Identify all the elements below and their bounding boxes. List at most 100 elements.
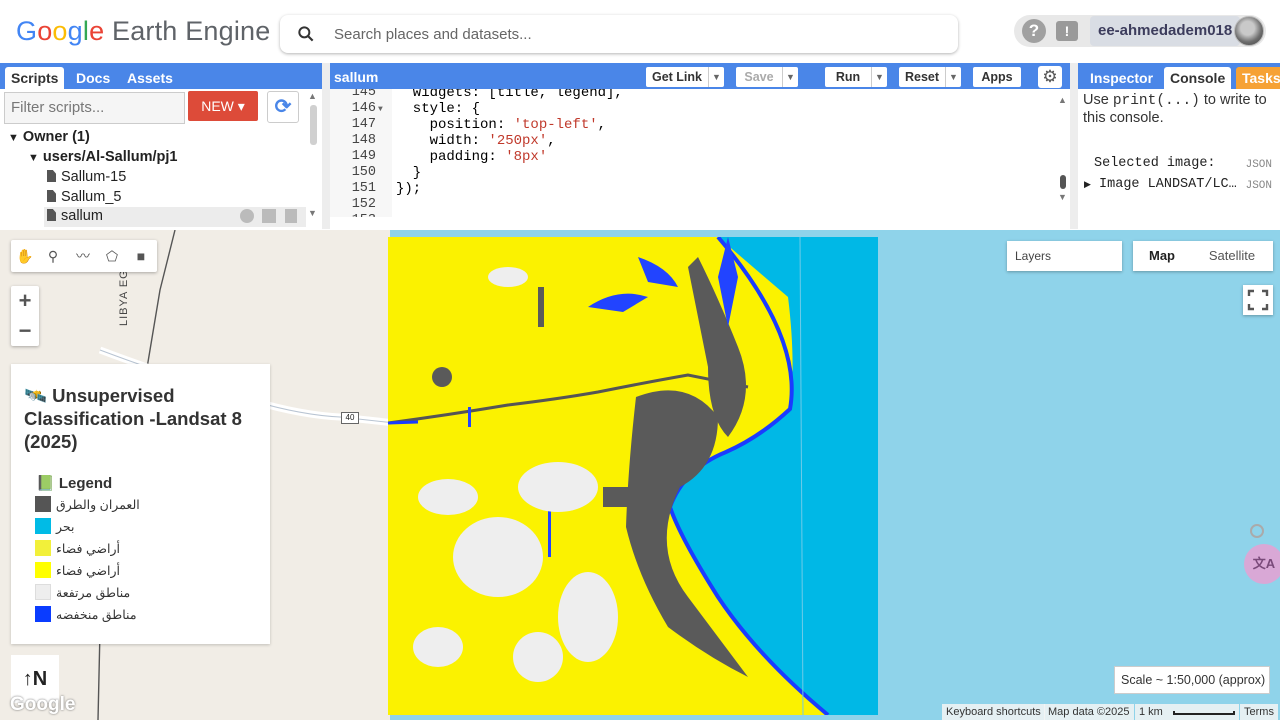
tree-file[interactable]: Sallum-15 <box>47 169 126 185</box>
search-box[interactable] <box>280 15 958 53</box>
zoom-in-button[interactable]: + <box>11 286 39 316</box>
gear-icon[interactable]: ⚙ <box>1038 66 1062 88</box>
refresh-icon: ⟳ <box>274 96 292 118</box>
keyboard-shortcuts-link[interactable]: Keyboard shortcuts <box>942 704 1045 720</box>
search-input[interactable] <box>334 23 934 45</box>
translate-icon[interactable]: 文A <box>1244 544 1280 584</box>
tree-file[interactable]: Sallum_5 <box>47 189 121 205</box>
chevron-down-icon: ▼ <box>28 152 39 164</box>
code-editor-panels: Scripts Docs Assets Filter scripts... NE… <box>0 63 1280 229</box>
edit-icon[interactable] <box>262 209 276 223</box>
fullscreen-button[interactable] <box>1243 285 1273 315</box>
tab-tasks[interactable]: Tasks <box>1236 67 1280 89</box>
scroll-up-icon[interactable]: ▲ <box>308 91 317 101</box>
history-icon[interactable] <box>240 209 254 223</box>
avatar[interactable] <box>1234 16 1264 46</box>
run-button[interactable]: Run ▼ <box>825 67 887 87</box>
map-type-map[interactable]: Map <box>1133 241 1191 271</box>
code-area[interactable]: 145 widgets: [title, legend], 146 ▼ style:… <box>330 89 1070 217</box>
editor-scrollbar[interactable] <box>1060 175 1066 189</box>
caret-down-icon[interactable]: ▼ <box>871 67 887 87</box>
account-bar: ? ! ee-ahmedadem018 <box>1014 15 1266 47</box>
map-type-satellite[interactable]: Satellite <box>1191 241 1273 271</box>
code-line: width: '250px', <box>396 133 556 149</box>
terms-link[interactable]: Terms <box>1240 704 1278 720</box>
tree-owner[interactable]: ▼ Owner (1) <box>8 129 90 145</box>
legend-swatch <box>35 562 51 578</box>
zoom-out-button[interactable]: − <box>11 316 39 346</box>
line-number: 152 <box>351 197 376 212</box>
settings-dot-icon[interactable] <box>1250 524 1264 538</box>
map-data-attribution[interactable]: Map data ©2025 <box>1044 704 1134 720</box>
tab-console[interactable]: Console <box>1164 67 1232 89</box>
file-icon <box>47 190 56 202</box>
tree-file-selected[interactable]: sallum <box>44 207 306 227</box>
json-link[interactable]: JSON <box>1246 180 1272 192</box>
help-icon[interactable]: ? <box>1022 19 1046 43</box>
point-marker-icon[interactable]: ⚲ <box>41 244 65 268</box>
panel-resize-handle[interactable] <box>618 223 662 235</box>
apps-button[interactable]: Apps <box>973 67 1021 87</box>
line-tool-icon[interactable]: 〰 <box>71 244 95 268</box>
tab-inspector[interactable]: Inspector <box>1084 67 1159 89</box>
caret-down-icon[interactable]: ▼ <box>945 67 961 87</box>
refresh-button[interactable]: ⟳ <box>267 91 299 123</box>
legend-swatch <box>35 606 51 622</box>
hand-icon[interactable]: ✋ <box>13 244 37 268</box>
tab-docs[interactable]: Docs <box>70 67 116 89</box>
console-panel: Inspector Console Tasks Use print(...) t… <box>1078 63 1280 229</box>
search-icon <box>298 26 314 42</box>
get-link-button[interactable]: Get Link ▼ <box>646 67 724 87</box>
console-entry-text: Image LANDSAT/LC… <box>1099 177 1237 192</box>
reset-button[interactable]: Reset ▼ <box>899 67 961 87</box>
expand-triangle-icon[interactable]: ▶ <box>1084 180 1091 190</box>
script-title: sallum <box>334 69 379 85</box>
run-label: Run <box>835 70 861 84</box>
line-number: 146 <box>351 101 376 116</box>
file-icon <box>47 170 56 182</box>
hint-code: print(...) <box>1112 93 1200 109</box>
code-line: padding: '8px' <box>396 149 548 165</box>
tab-scripts[interactable]: Scripts <box>5 67 65 89</box>
filter-scripts-input[interactable]: Filter scripts... <box>4 92 185 124</box>
scroll-down-icon[interactable]: ▼ <box>308 208 317 218</box>
new-button-label: NEW <box>201 98 234 114</box>
json-link[interactable]: JSON <box>1246 159 1272 171</box>
delete-icon[interactable] <box>285 209 297 223</box>
feedback-icon[interactable]: ! <box>1056 21 1078 41</box>
scale-bar: 1 km <box>1135 704 1239 720</box>
caret-down-icon[interactable]: ▼ <box>708 67 724 87</box>
scripts-scrollbar[interactable] <box>310 105 317 145</box>
map-type-toggle: Map Satellite <box>1133 241 1273 271</box>
fullscreen-icon <box>1247 289 1269 311</box>
new-button[interactable]: NEW ▾ <box>188 91 258 121</box>
code-line: widgets: [title, legend], <box>396 89 623 101</box>
fold-arrow-icon[interactable]: ▼ <box>378 105 383 114</box>
polygon-tool-icon[interactable]: ⬠ <box>100 244 124 268</box>
rectangle-tool-icon[interactable]: ■ <box>129 244 153 268</box>
line-number: 148 <box>351 133 376 148</box>
line-number: 151 <box>351 181 376 196</box>
caret-down-icon: ▾ <box>237 98 245 114</box>
console-entry: Selected image: <box>1094 156 1216 171</box>
console-entry[interactable]: ▶ Image LANDSAT/LC… <box>1084 177 1237 192</box>
save-button[interactable]: Save ▼ <box>736 67 798 87</box>
classified-image-layer <box>388 237 878 715</box>
scroll-down-icon[interactable]: ▼ <box>1058 192 1067 202</box>
console-hint: Use print(...) to write to this console. <box>1083 92 1280 127</box>
scripts-panel: Scripts Docs Assets Filter scripts... NE… <box>0 63 322 229</box>
earth-engine-logo[interactable]: Google Earth Engine <box>16 16 271 47</box>
layers-button[interactable]: Layers <box>1007 241 1122 271</box>
tree-repo[interactable]: ▼ users/Al-Sallum/pj1 <box>28 149 178 165</box>
map-canvas[interactable]: 40 LIBYA EGYPT ✋ ⚲ 〰 ⬠ ■ + − 🛰️ Unsuperv… <box>0 230 1280 720</box>
tree-owner-label: Owner (1) <box>22 129 90 145</box>
code-line: } <box>396 165 422 181</box>
scroll-up-icon[interactable]: ▲ <box>1058 95 1067 105</box>
hint-text: Use <box>1083 92 1113 108</box>
console-entry-text: Selected image: <box>1094 156 1216 171</box>
account-name[interactable]: ee-ahmedadem018 <box>1090 16 1241 46</box>
tree-repo-label: users/Al-Sallum/pj1 <box>42 149 178 165</box>
tab-assets[interactable]: Assets <box>121 67 179 89</box>
product-name: Earth Engine <box>111 16 271 46</box>
caret-down-icon[interactable]: ▼ <box>782 67 798 87</box>
